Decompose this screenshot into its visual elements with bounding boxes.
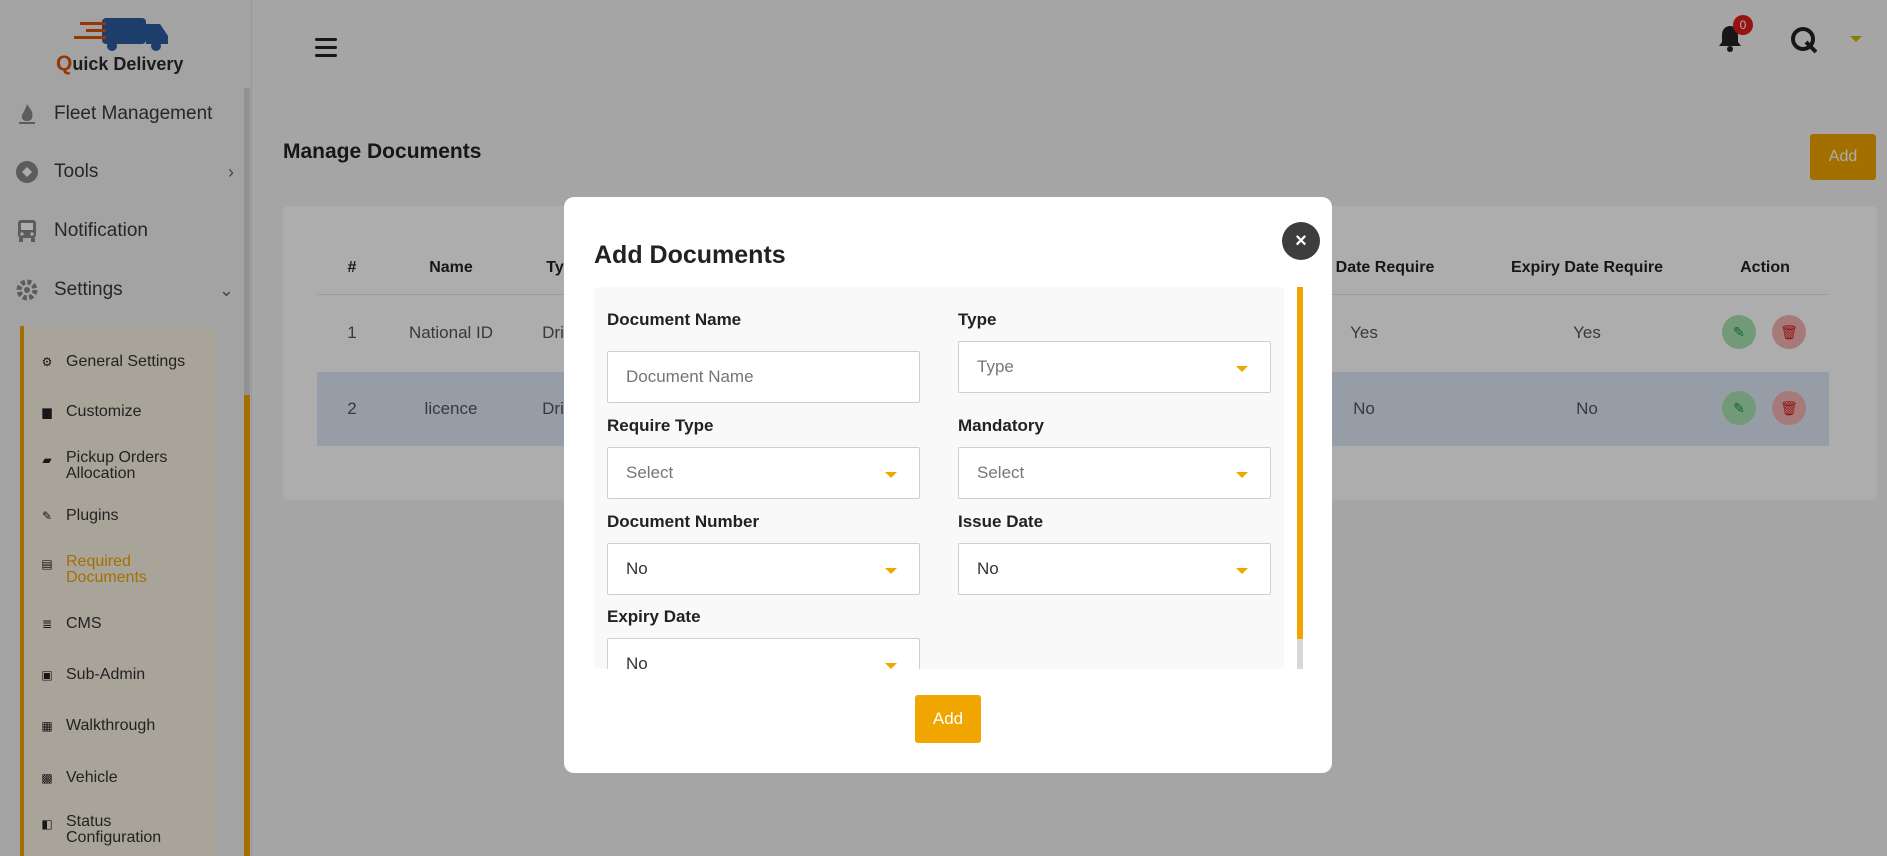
- close-icon[interactable]: ×: [1282, 222, 1320, 260]
- document-number-label: Document Number: [607, 512, 760, 531]
- type-select[interactable]: Type: [958, 341, 1271, 393]
- type-label: Type: [958, 310, 997, 329]
- modal-form: Document Name Type Type Require Type Sel…: [594, 287, 1284, 669]
- modal-add-button[interactable]: Add: [915, 695, 981, 743]
- issue-date-label: Issue Date: [958, 512, 1044, 531]
- document-number-select[interactable]: No: [607, 543, 920, 595]
- modal-scrollbar-thumb[interactable]: [1297, 287, 1303, 639]
- require-type-label: Require Type: [607, 416, 714, 435]
- chevron-down-icon: [1236, 366, 1248, 372]
- mandatory-select[interactable]: Select: [958, 447, 1271, 499]
- chevron-down-icon: [1236, 472, 1248, 478]
- expiry-date-label: Expiry Date: [607, 607, 701, 626]
- chevron-down-icon: [885, 568, 897, 574]
- chevron-down-icon: [885, 663, 897, 669]
- mandatory-label: Mandatory: [958, 416, 1044, 435]
- document-name-label: Document Name: [607, 310, 742, 329]
- chevron-down-icon: [1236, 568, 1248, 574]
- document-name-input[interactable]: [607, 351, 920, 403]
- expiry-date-select[interactable]: No: [607, 638, 920, 669]
- add-documents-modal: Add Documents × Document Name Type Type …: [564, 197, 1332, 773]
- chevron-down-icon: [885, 472, 897, 478]
- issue-date-select[interactable]: No: [958, 543, 1271, 595]
- modal-title: Add Documents: [594, 241, 786, 269]
- require-type-select[interactable]: Select: [607, 447, 920, 499]
